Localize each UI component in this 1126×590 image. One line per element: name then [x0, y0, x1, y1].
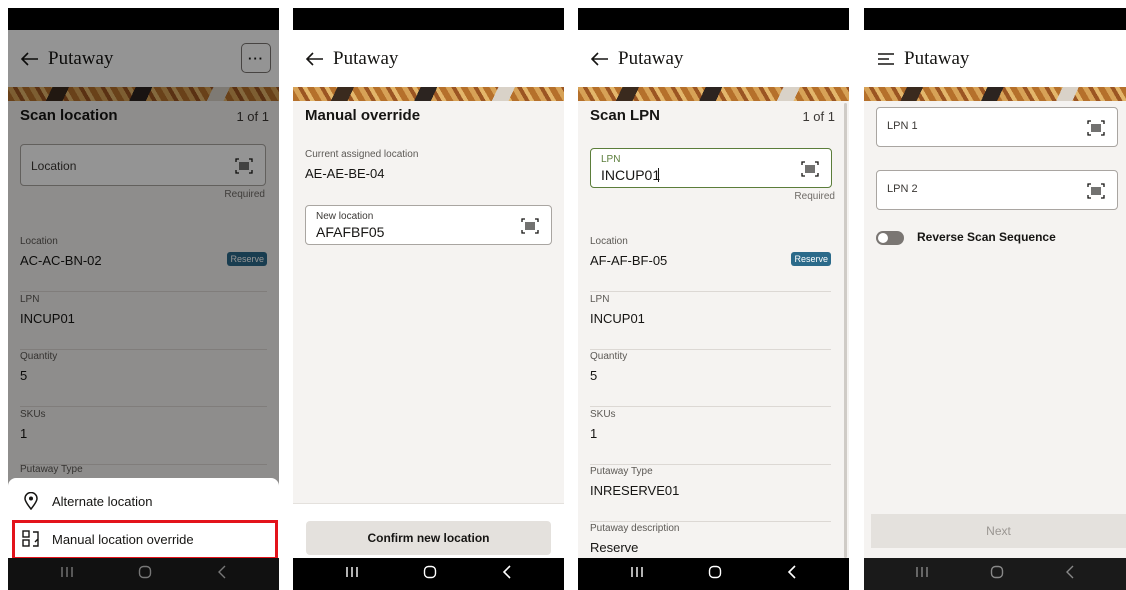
highlight-box [12, 520, 278, 560]
info-row-location: Location AF-AF-BF-05 Reserve [590, 236, 831, 292]
barcode-scan-icon[interactable] [1087, 120, 1105, 136]
next-button[interactable]: Next [871, 514, 1126, 548]
page-title: Putaway [333, 47, 399, 69]
lpn-2-input[interactable]: LPN 2 [876, 170, 1118, 210]
system-nav-bar [8, 558, 279, 590]
phone-screen-manual-override: Putaway Manual override Current assigned… [293, 8, 564, 590]
back-nav-icon[interactable] [502, 564, 512, 584]
status-bar [293, 8, 564, 30]
text-cursor [658, 168, 659, 182]
confirm-new-location-button[interactable]: Confirm new location [306, 521, 551, 555]
alternate-location-label: Alternate location [52, 493, 153, 509]
phone-screen-lpn-sequence: Putaway LPN 1 LPN 2 Reverse Scan Sequenc… [864, 8, 1126, 590]
page-title: Putaway [618, 47, 684, 69]
barcode-scan-icon[interactable] [1087, 183, 1105, 199]
recent-apps-icon[interactable] [630, 565, 644, 583]
lpn-1-input[interactable]: LPN 1 [876, 107, 1118, 147]
recent-apps-icon[interactable] [60, 565, 74, 583]
barcode-scan-icon[interactable] [521, 218, 539, 234]
new-location-value: AFAFBF05 [316, 224, 385, 240]
reverse-scan-toggle[interactable] [876, 231, 904, 245]
system-nav-bar [864, 558, 1126, 590]
home-icon[interactable] [423, 565, 437, 584]
back-nav-icon[interactable] [1065, 565, 1075, 584]
current-location-value: AE-AE-BE-04 [305, 166, 385, 181]
location-pin-icon [20, 490, 42, 512]
section-title: Scan LPN [590, 107, 661, 124]
status-bar [578, 8, 849, 30]
item-count: 1 of 1 [802, 109, 835, 124]
scrollbar[interactable] [844, 103, 847, 558]
info-label: Putaway description [590, 523, 680, 534]
phone-screen-scan-location: Putaway ··· Scan location 1 of 1 Locatio… [8, 8, 279, 590]
info-label: Location [590, 236, 628, 247]
section-title: Manual override [305, 107, 421, 124]
info-value: INRESERVE01 [590, 483, 680, 498]
info-row-skus: SKUs 1 [590, 409, 831, 465]
back-nav-icon[interactable] [787, 564, 797, 584]
recent-apps-icon[interactable] [915, 565, 929, 583]
alternate-location-option[interactable]: Alternate location [8, 482, 279, 520]
lpn-1-label: LPN 1 [887, 120, 918, 132]
back-arrow-icon[interactable] [590, 49, 610, 69]
home-icon[interactable] [138, 565, 152, 584]
home-icon[interactable] [990, 565, 1004, 584]
recent-apps-icon[interactable] [345, 565, 359, 583]
system-nav-bar [578, 558, 849, 590]
info-row-lpn: LPN INCUP01 [590, 294, 831, 350]
info-label: Quantity [590, 351, 628, 362]
info-value: 1 [590, 426, 598, 441]
barcode-scan-icon[interactable] [801, 161, 819, 177]
app-bar: Putaway [578, 30, 849, 87]
menu-icon[interactable] [876, 49, 896, 69]
info-label: Putaway Type [590, 466, 653, 477]
required-hint: Required [794, 191, 835, 202]
decorative-banner [293, 87, 564, 101]
phone-screen-scan-lpn: Putaway Scan LPN 1 of 1 LPN INCUP01 Requ… [578, 8, 849, 590]
info-value: AF-AF-BF-05 [590, 253, 668, 268]
info-row-quantity: Quantity 5 [590, 351, 831, 407]
status-bar [864, 8, 1126, 30]
lpn-input-label: LPN [601, 154, 621, 165]
decorative-banner [578, 87, 849, 101]
reverse-scan-label: Reverse Scan Sequence [917, 230, 1056, 244]
page-title: Putaway [904, 47, 970, 69]
modal-overlay[interactable] [8, 8, 279, 558]
new-location-input[interactable]: New location AFAFBF05 [305, 205, 552, 245]
decorative-banner [864, 87, 1126, 101]
back-arrow-icon[interactable] [305, 49, 325, 69]
new-location-label: New location [316, 211, 374, 222]
app-bar: Putaway [293, 30, 564, 87]
info-value: INCUP01 [590, 311, 645, 326]
app-bar: Putaway [864, 30, 1126, 87]
system-nav-bar [293, 558, 564, 590]
home-icon[interactable] [708, 565, 722, 584]
info-value: Reserve [590, 540, 639, 555]
info-label: LPN [590, 294, 610, 305]
lpn-input-value: INCUP01 [601, 167, 661, 183]
lpn-2-label: LPN 2 [887, 183, 918, 195]
info-label: SKUs [590, 409, 616, 420]
info-value: 5 [590, 368, 598, 383]
reserve-badge: Reserve [791, 252, 831, 266]
info-row-putaway-type: Putaway Type INRESERVE01 [590, 466, 831, 522]
current-location-label: Current assigned location [305, 149, 419, 160]
back-nav-icon[interactable] [217, 565, 227, 584]
lpn-input[interactable]: LPN INCUP01 [590, 148, 832, 188]
